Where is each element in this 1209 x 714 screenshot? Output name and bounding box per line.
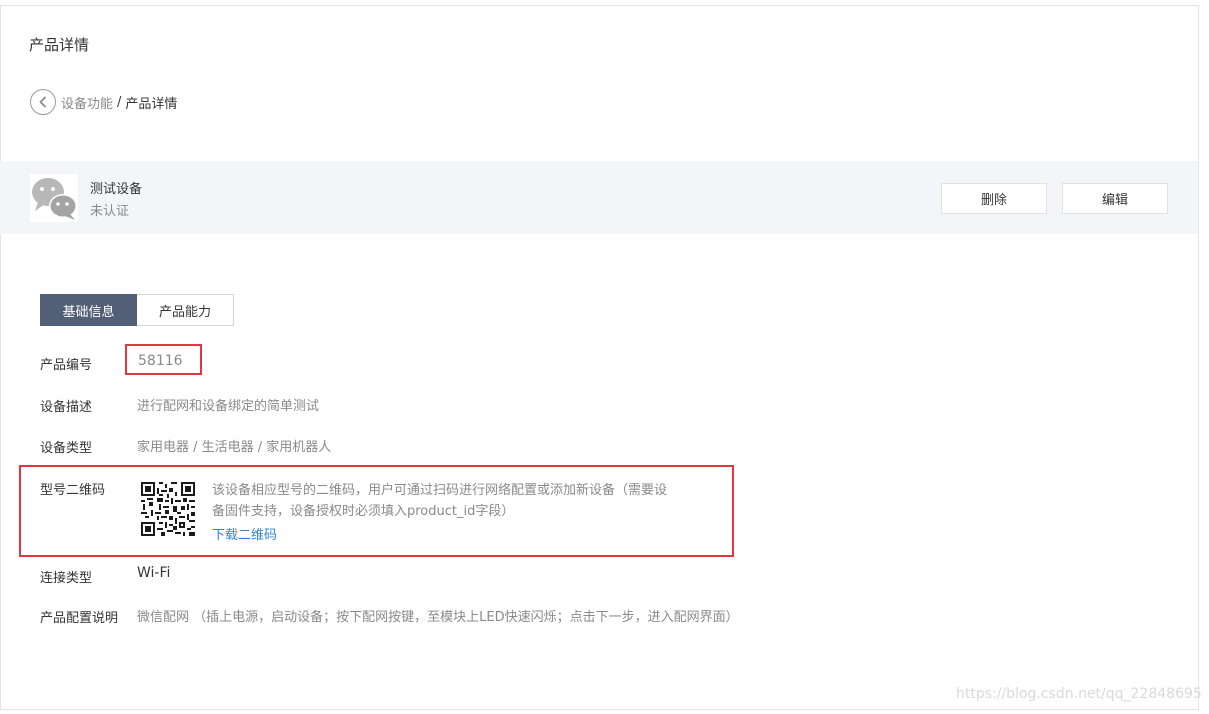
breadcrumb: 设备功能 / 产品详情 [30,89,177,115]
back-button[interactable] [30,89,56,115]
device-type-value: 家用电器 / 生活电器 / 家用机器人 [137,440,332,455]
product-id-label: 产品编号 [40,358,93,373]
description-label: 设备描述 [40,400,93,415]
download-qr-link[interactable]: 下载二维码 [212,524,277,543]
config-description-value: 微信配网 （插上电源，启动设备；按下配网按键，至模块上LED快速闪烁；点击下一步… [137,610,739,625]
edit-button[interactable]: 编辑 [1062,183,1168,214]
breadcrumb-separator: / [117,94,122,110]
product-name: 测试设备 [90,182,143,197]
product-status: 未认证 [90,204,130,219]
connection-type-label: 连接类型 [40,571,93,586]
tab-basic-info[interactable]: 基础信息 [40,294,137,326]
config-description-label: 产品配置说明 [40,611,119,626]
connection-type-value: Wi-Fi [137,565,171,581]
chevron-left-icon [39,96,46,108]
product-avatar [30,174,78,222]
qr-label: 型号二维码 [40,483,106,498]
chat-bubbles-icon [30,174,78,222]
qr-description-line-1: 该设备相应型号的二维码，用户可通过扫码进行网络配置或添加新设备（需要设 [212,483,668,498]
qr-description: 该设备相应型号的二维码，用户可通过扫码进行网络配置或添加新设备（需要设 备固件支… [212,480,712,522]
qr-code-icon [141,482,195,536]
breadcrumb-parent-link[interactable]: 设备功能 [61,93,113,112]
qr-description-line-2: 备固件支持，设备授权时必须填入product_id字段） [212,504,515,519]
product-id-value: 58116 [138,353,183,369]
product-header-bar: 测试设备 未认证 删除 编辑 [0,161,1198,234]
device-type-label: 设备类型 [40,441,93,456]
page-title: 产品详情 [29,36,90,54]
watermark: https://blog.csdn.net/qq_22848695 [956,686,1202,702]
tab-bar: 基础信息 产品能力 [40,294,234,326]
breadcrumb-current: 产品详情 [125,96,178,112]
description-value: 进行配网和设备绑定的简单测试 [137,399,320,414]
delete-button[interactable]: 删除 [941,183,1047,214]
tab-product-capability[interactable]: 产品能力 [137,294,234,326]
